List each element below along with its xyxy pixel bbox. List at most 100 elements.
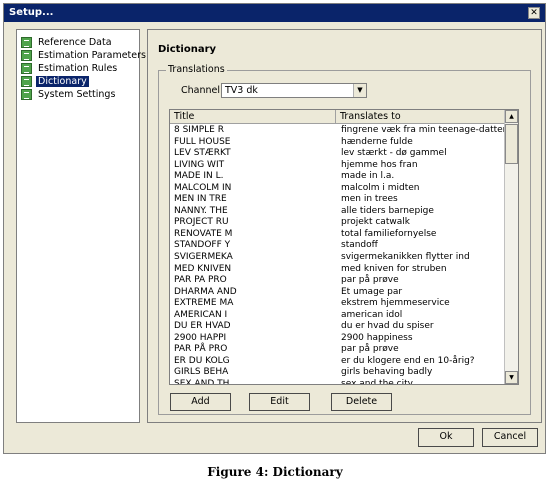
title-cell: DU ER HVAD xyxy=(174,321,231,332)
title-cell: STANDOFF Y xyxy=(174,240,231,251)
title-cell: PAR PÅ PRO xyxy=(174,344,228,355)
title-cell: MED KNIVEN xyxy=(174,263,232,274)
translation-cell: sex and the city xyxy=(341,379,413,385)
table-header: Title Translates to xyxy=(170,110,505,124)
title-cell: SVIGERMEKA xyxy=(174,252,233,263)
table-row[interactable]: RENOVATE M total familieforny​else xyxy=(170,229,505,241)
table-row[interactable]: MALCOLM IN malcolm i midten xyxy=(170,183,505,195)
title-cell: LEV STÆRKT xyxy=(174,148,231,159)
close-icon: ✕ xyxy=(530,8,538,18)
tree-item-system-settings[interactable]: System Settings xyxy=(21,88,117,101)
group-label: Translations xyxy=(166,64,227,75)
title-cell: GIRLS BEHA xyxy=(174,367,229,378)
table-row[interactable]: LIVING WIT hjemme hos fran xyxy=(170,160,505,172)
translation-cell: hjemme hos fran xyxy=(341,159,418,170)
title-cell: 8 SIMPLE R xyxy=(174,125,224,135)
column-header-title[interactable]: Title xyxy=(170,110,336,124)
title-cell: LIVING WIT xyxy=(174,159,225,170)
title-bar: Setup... ✕ xyxy=(4,4,545,22)
translation-cell: men in trees xyxy=(341,194,398,205)
tree-item-label: System Settings xyxy=(38,89,116,100)
table-row[interactable]: ER DU KOLG er du klogere end en 10-årig? xyxy=(170,356,505,368)
translation-cell: standoff xyxy=(341,240,378,251)
channel-label: Channel: xyxy=(181,85,224,96)
translation-cell: american idol xyxy=(341,309,403,320)
table-row[interactable]: SVIGERMEKA svigermekanikken flytter ind xyxy=(170,252,505,264)
translation-cell: projekt catwalk xyxy=(341,217,410,228)
cancel-button[interactable]: Cancel xyxy=(482,428,538,447)
tree-item-label: Estimation Rules xyxy=(38,63,118,74)
translation-cell: total familieforny​else xyxy=(341,228,437,239)
tree-item-estimation-rules[interactable]: Estimation Rules xyxy=(21,62,119,75)
table-row[interactable]: PAR PA PRO par på prøve xyxy=(170,275,505,287)
table-row[interactable]: LEV STÆRKT lev stærkt - dø gammel xyxy=(170,148,505,160)
ok-button[interactable]: Ok xyxy=(418,428,474,447)
table-icon xyxy=(21,76,32,87)
scroll-up-icon[interactable]: ▲ xyxy=(505,110,518,123)
settings-tree: Reference Data Estimation Parameters Est… xyxy=(16,29,146,423)
translation-cell: 2900 happiness xyxy=(341,332,413,343)
edit-button[interactable]: Edit xyxy=(249,393,310,411)
tree-item-label: Estimation Parameters xyxy=(38,50,146,61)
channel-select[interactable]: TV3 dk ▼ xyxy=(221,83,367,98)
tree-item-reference-data[interactable]: Reference Data xyxy=(21,36,114,49)
scroll-thumb[interactable] xyxy=(505,124,518,164)
table-row[interactable]: AMERICAN I american idol xyxy=(170,310,505,322)
translation-cell: Et umage par xyxy=(341,286,403,297)
delete-button[interactable]: Delete xyxy=(331,393,392,411)
translation-cell: alle tiders barnepige xyxy=(341,205,434,216)
translation-cell: made in l.a. xyxy=(341,171,395,182)
translation-cell: er du klogere end en 10-årig? xyxy=(341,355,475,366)
window-title: Setup... xyxy=(9,7,54,18)
title-cell: MADE IN L. xyxy=(174,171,224,182)
tree-item-label: Reference Data xyxy=(38,37,112,48)
tree-item-label: Dictionary xyxy=(36,76,89,87)
figure-caption: Figure 4: Dictionary xyxy=(207,465,343,479)
table-row[interactable]: FULL HOUSE hænderne fulde xyxy=(170,137,505,149)
column-header-translates-to[interactable]: Translates to xyxy=(336,110,505,124)
translation-cell: du er hvad du spiser xyxy=(341,321,434,332)
title-cell: FULL HOUSE xyxy=(174,136,231,147)
title-cell: RENOVATE M xyxy=(174,228,233,239)
translation-cell: ekstrem hjemmeservice xyxy=(341,298,450,309)
title-cell: DHARMA AND xyxy=(174,286,237,297)
translation-cell: girls behaving badly xyxy=(341,367,433,378)
table-row[interactable]: 8 SIMPLE R fingrene væk fra min teenage-d… xyxy=(170,125,507,137)
translation-cell: fingrene væk fra min teenage-datter xyxy=(341,125,507,135)
table-icon xyxy=(21,50,32,61)
table-row[interactable]: NANNY. THE alle tiders barnepige xyxy=(170,206,505,218)
table-row[interactable]: PAR PÅ PRO par på prøve xyxy=(170,344,505,356)
table-icon xyxy=(21,63,32,74)
table-row[interactable]: STANDOFF Y standoff xyxy=(170,240,505,252)
table-row[interactable]: 2900 HAPPI 2900 happiness xyxy=(170,333,505,345)
table-icon xyxy=(21,37,32,48)
table-row[interactable]: SEX AND TH sex and the city xyxy=(170,379,505,385)
title-cell: 2900 HAPPI xyxy=(174,332,227,343)
table-row[interactable]: DHARMA AND Et umage par xyxy=(170,287,505,299)
table-row[interactable]: MEN IN TRE men in trees xyxy=(170,194,505,206)
table-row[interactable]: PROJECT RU projekt catwalk xyxy=(170,217,505,229)
table-icon xyxy=(21,89,32,100)
vertical-scrollbar[interactable]: ▲ ▼ xyxy=(504,110,518,384)
table-row[interactable]: MED KNIVEN med kniven for struben xyxy=(170,264,505,276)
add-button[interactable]: Add xyxy=(170,393,231,411)
tree-item-estimation-parameters[interactable]: Estimation Parameters xyxy=(21,49,148,62)
table-body: 8 SIMPLE R fingrene væk fra min teenage-d… xyxy=(170,125,507,385)
translations-group: Translations Channel: TV3 dk ▼ Title Tra… xyxy=(158,64,531,415)
title-cell: PROJECT RU xyxy=(174,217,229,228)
title-cell: PAR PA PRO xyxy=(174,275,227,286)
title-cell: MEN IN TRE xyxy=(174,194,227,205)
tree-item-dictionary[interactable]: Dictionary xyxy=(21,75,89,88)
table-row[interactable]: DU ER HVAD du er hvad du spiser xyxy=(170,321,505,333)
channel-value: TV3 dk xyxy=(225,85,258,96)
scroll-down-icon[interactable]: ▼ xyxy=(505,371,518,384)
translation-cell: hænderne fulde xyxy=(341,136,413,147)
table-row[interactable]: GIRLS BEHA girls behaving badly xyxy=(170,367,505,379)
table-row[interactable]: EXTREME MA ekstrem hjemmeservice xyxy=(170,298,505,310)
chevron-down-icon[interactable]: ▼ xyxy=(353,84,366,97)
translation-cell: svigermekanikken flytter ind xyxy=(341,252,470,263)
close-button[interactable]: ✕ xyxy=(528,7,540,19)
title-cell: AMERICAN I xyxy=(174,309,228,320)
table-row[interactable]: MADE IN L. made in l.a. xyxy=(170,171,505,183)
title-cell: MALCOLM IN xyxy=(174,182,232,193)
